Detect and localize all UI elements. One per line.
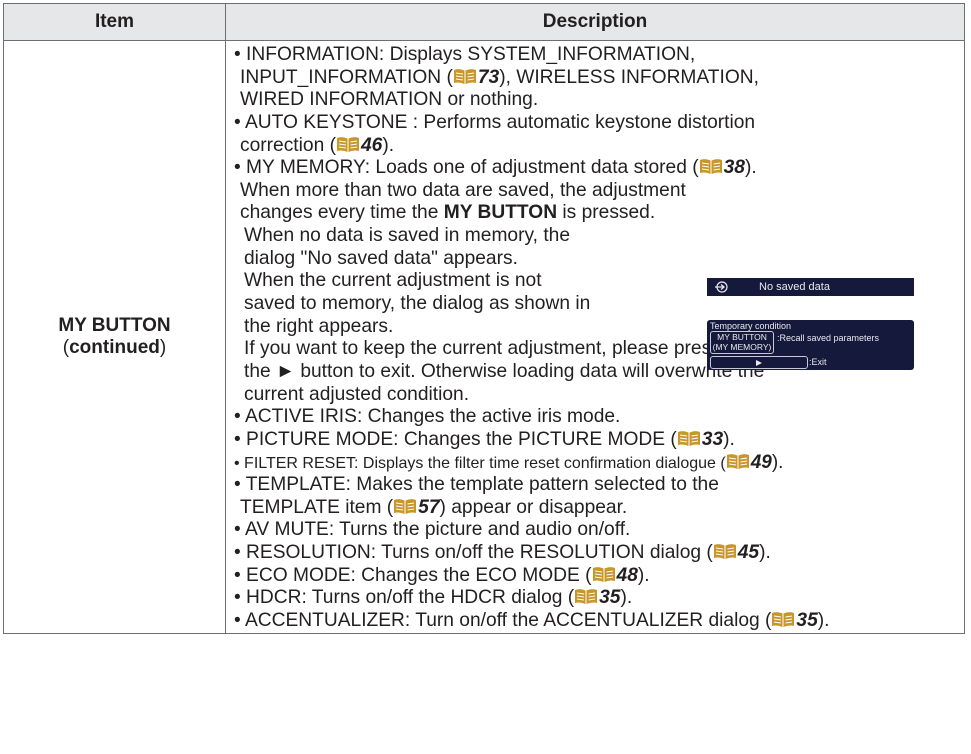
desc-line: saved to memory, the dialog as shown in (244, 293, 591, 315)
desc-line: • AUTO KEYSTONE : Performs automatic key… (234, 111, 756, 133)
desc-line: INPUT_INFORMATION (73), WIRELESS INFORMA… (240, 66, 759, 88)
desc-line: • PICTURE MODE: Changes the PICTURE MODE… (234, 428, 735, 450)
header-description: Description (225, 3, 965, 41)
exit-key (710, 356, 808, 369)
desc-line: • ACCENTUALIZER: Turn on/off the ACCENTU… (234, 610, 830, 632)
desc-line: • ACTIVE IRIS: Changes the active iris m… (234, 406, 621, 428)
spec-table: Item Description MY BUTTON (continued) •… (3, 3, 965, 634)
book-ref-icon (592, 566, 615, 582)
exit-label: :Exit (809, 357, 827, 367)
desc-line: WIRED INFORMATION or nothing. (240, 89, 539, 111)
book-ref-icon (726, 453, 749, 469)
desc-line: • FILTER RESET: Displays the filter time… (234, 451, 784, 473)
book-ref-icon (453, 68, 476, 84)
item-cell: MY BUTTON (continued) (3, 40, 226, 634)
desc-line: • MY MEMORY: Loads one of adjustment dat… (234, 157, 757, 179)
book-ref-icon (394, 498, 417, 514)
desc-line: • INFORMATION: Displays SYSTEM_INFORMATI… (234, 44, 696, 65)
input-arrow-icon (715, 281, 728, 293)
right-arrow-icon (756, 359, 762, 366)
desc-line: • HDCR: Turns on/off the HDCR dialog (35… (234, 587, 633, 609)
desc-line: • TEMPLATE: Makes the template pattern s… (234, 474, 719, 496)
no-saved-data-text: No saved data (759, 280, 830, 293)
desc-line: current adjusted condition. (244, 383, 470, 405)
item-title: MY BUTTON (58, 314, 171, 336)
no-saved-data-dialog: No saved data (707, 278, 914, 296)
desc-line: When more than two data are saved, the a… (240, 179, 686, 201)
desc-line: TEMPLATE item (57) appear or disappear. (240, 496, 628, 518)
book-ref-icon (336, 136, 359, 152)
desc-line: correction (46). (240, 134, 395, 156)
book-ref-icon (699, 159, 722, 175)
desc-line: changes every time the MY BUTTON is pres… (240, 202, 656, 224)
desc-line: dialog "No saved data" appears. (244, 247, 518, 269)
desc-line: • RESOLUTION: Turns on/off the RESOLUTIO… (234, 542, 771, 564)
item-subtitle: continued (69, 336, 160, 358)
book-ref-icon (575, 589, 598, 605)
header-row: Item Description (3, 3, 965, 41)
desc-line: • AV MUTE: Turns the picture and audio o… (234, 519, 631, 541)
recall-label: :Recall saved parameters (777, 333, 880, 343)
header-item: Item (3, 3, 226, 41)
book-ref-icon (772, 612, 795, 628)
book-ref-icon (677, 431, 700, 446)
desc-line: • ECO MODE: Changes the ECO MODE (48). (234, 564, 650, 586)
temporary-condition-dialog: Temporary condition MY BUTTON (MY MEMORY… (707, 320, 914, 370)
desc-line: When no data is saved in memory, the (244, 225, 570, 247)
book-ref-icon (713, 544, 736, 560)
my-button-key: MY BUTTON (MY MEMORY) (710, 331, 774, 354)
